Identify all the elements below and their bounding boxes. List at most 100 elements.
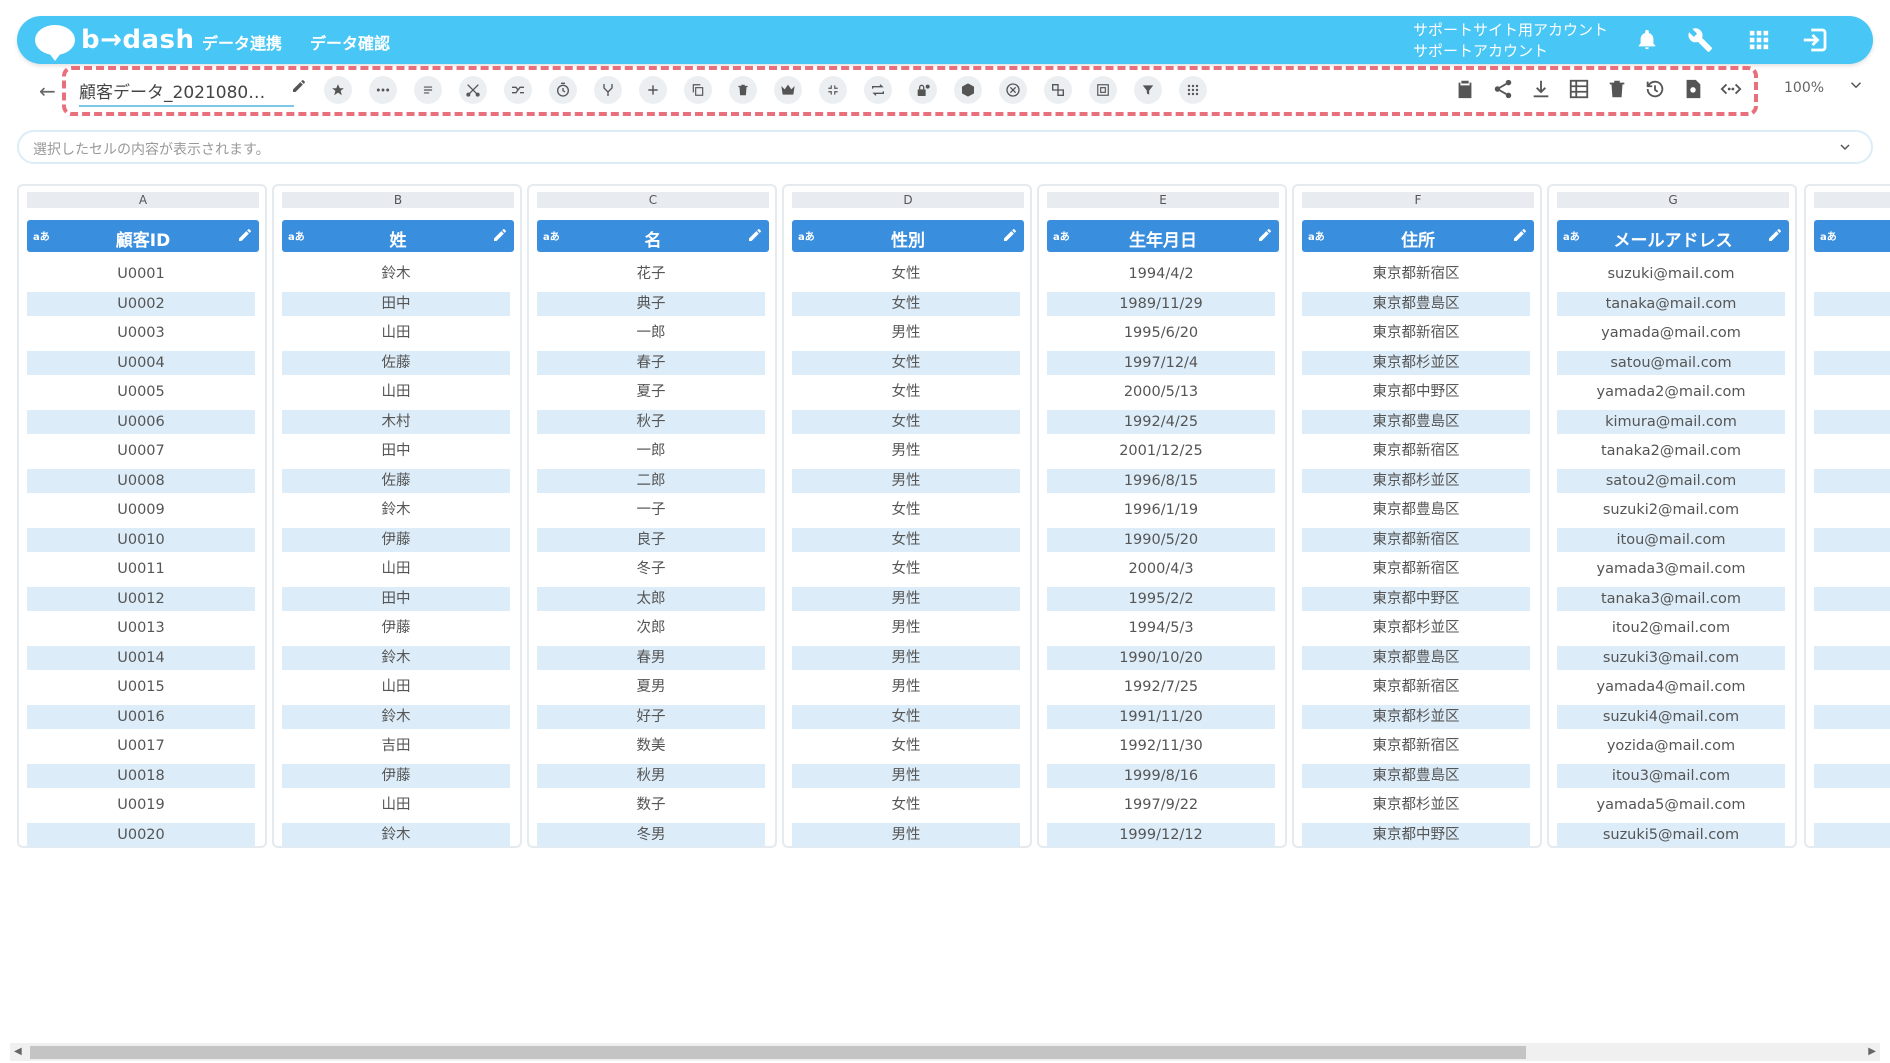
table-cell[interactable]: U0012	[27, 586, 255, 611]
table-cell[interactable]: 東京都中野区	[1302, 822, 1530, 847]
table-cell[interactable]: 一子	[537, 498, 765, 522]
table-cell[interactable]: 東京都杉並区	[1302, 468, 1530, 493]
table-cell[interactable]	[1814, 439, 1890, 463]
table-cell[interactable]: 2001/12/25	[1047, 439, 1275, 463]
table-cell[interactable]	[1814, 409, 1890, 434]
column-letter[interactable]: D	[792, 192, 1024, 208]
table-cell[interactable]: tanaka2@mail.com	[1557, 439, 1785, 463]
bell-icon[interactable]	[1631, 24, 1663, 56]
table-cell[interactable]: 東京都新宿区	[1302, 321, 1530, 345]
table-cell[interactable]: 山田	[282, 557, 510, 581]
table-cell[interactable]: suzuki@mail.com	[1557, 262, 1785, 286]
table-cell[interactable]: 男性	[792, 822, 1020, 847]
table-cell[interactable]: 太郎	[537, 586, 765, 611]
star-icon[interactable]	[324, 76, 352, 104]
table-cell[interactable]: 山田	[282, 321, 510, 345]
table-cell[interactable]: U0015	[27, 675, 255, 699]
table-cell[interactable]: yozida@mail.com	[1557, 734, 1785, 758]
table-cell[interactable]: 冬男	[537, 822, 765, 847]
column-b[interactable]: Baあ姓鈴木 田中 山田 佐藤 山田 木村 田中 佐藤 鈴木 伊藤 山田 田中 伊藤 鈴木 山田 鈴木 吉田 伊藤…	[272, 184, 522, 848]
column-e[interactable]: Eaあ 生年月日 1994/4/2 1989/11/29 1995/6/20 1997/1…	[1037, 184, 1287, 848]
table-cell[interactable]: tanaka3@mail.com	[1557, 586, 1785, 611]
table-cell[interactable]: 田中	[282, 586, 510, 611]
table-cell[interactable]: 佐藤	[282, 350, 510, 375]
table-cell[interactable]: 男性	[792, 645, 1020, 670]
table-cell[interactable]: 女性	[792, 380, 1020, 404]
table-cell[interactable]: 東京都中野区	[1302, 380, 1530, 404]
edit-pencil-icon[interactable]	[747, 227, 763, 247]
column-letter[interactable]: C	[537, 192, 769, 208]
table-cell[interactable]	[1814, 645, 1890, 670]
table-cell[interactable]: suzuki3@mail.com	[1557, 645, 1785, 670]
edit-pencil-icon[interactable]	[1512, 227, 1528, 247]
scrollbar-thumb[interactable]	[30, 1046, 1526, 1059]
table-cell[interactable]: U0009	[27, 498, 255, 522]
table-cell[interactable]: 秋子	[537, 409, 765, 434]
table-cell[interactable]	[1814, 557, 1890, 581]
table-cell[interactable]: 女性	[792, 350, 1020, 375]
table-cell[interactable]	[1814, 291, 1890, 316]
table-cell[interactable]	[1814, 586, 1890, 611]
table-cell[interactable]	[1814, 321, 1890, 345]
table-cell[interactable]: 鈴木	[282, 498, 510, 522]
expand-chevron-icon[interactable]	[1837, 139, 1853, 159]
table-cell[interactable]: 女性	[792, 734, 1020, 758]
cancel-circle-icon[interactable]	[999, 76, 1027, 104]
table-cell[interactable]	[1814, 793, 1890, 817]
column-header[interactable]: aあ姓	[282, 220, 514, 252]
delete-icon[interactable]	[729, 76, 757, 104]
table-cell[interactable]: 女性	[792, 409, 1020, 434]
account-info[interactable]: サポートサイト用アカウント サポートアカウント	[1413, 20, 1608, 62]
branch-icon[interactable]	[594, 76, 622, 104]
table-cell[interactable]: 東京都豊島区	[1302, 291, 1530, 316]
table-cell[interactable]	[1814, 675, 1890, 699]
edit-pencil-icon[interactable]	[492, 227, 508, 247]
column-letter[interactable]: F	[1302, 192, 1534, 208]
table-cell[interactable]: 鈴木	[282, 822, 510, 847]
table-cell[interactable]	[1814, 498, 1890, 522]
column-letter[interactable]: G	[1557, 192, 1789, 208]
table-cell[interactable]: 鈴木	[282, 262, 510, 286]
table-cell[interactable]: U0011	[27, 557, 255, 581]
table-cell[interactable]: 夏子	[537, 380, 765, 404]
table-cell[interactable]: 伊藤	[282, 527, 510, 552]
table-cell[interactable]: 1995/2/2	[1047, 586, 1275, 611]
sheet-filename[interactable]: 顧客データ_2021080…	[79, 78, 294, 107]
table-cell[interactable]: satou2@mail.com	[1557, 468, 1785, 493]
table-cell[interactable]: 一郎	[537, 439, 765, 463]
column-letter[interactable]: B	[282, 192, 514, 208]
table-cell[interactable]: 1997/9/22	[1047, 793, 1275, 817]
table-cell[interactable]: 1999/8/16	[1047, 763, 1275, 788]
nav-data-integration[interactable]: データ連携	[202, 30, 282, 54]
table-cell[interactable]: 二郎	[537, 468, 765, 493]
table-cell[interactable]: 男性	[792, 321, 1020, 345]
split-tools-icon[interactable]	[459, 76, 487, 104]
table-cell[interactable]: 吉田	[282, 734, 510, 758]
back-arrow-icon[interactable]: ←	[39, 79, 56, 103]
table-cell[interactable]: 1990/10/20	[1047, 645, 1275, 670]
table-cell[interactable]: yamada@mail.com	[1557, 321, 1785, 345]
collapse-icon[interactable]	[819, 76, 847, 104]
filter-icon[interactable]	[1134, 76, 1162, 104]
table-cell[interactable]: 1989/11/29	[1047, 291, 1275, 316]
table-cell[interactable]: 冬子	[537, 557, 765, 581]
table-cell[interactable]: 東京都豊島区	[1302, 409, 1530, 434]
table-cell[interactable]: 一郎	[537, 321, 765, 345]
table-cell[interactable]: U0001	[27, 262, 255, 286]
wrench-icon[interactable]	[1685, 24, 1717, 56]
table-cell[interactable]: U0017	[27, 734, 255, 758]
table-cell[interactable]: 1992/11/30	[1047, 734, 1275, 758]
table-cell[interactable]: U0020	[27, 822, 255, 847]
table-cell[interactable]: 女性	[792, 557, 1020, 581]
frame-icon[interactable]	[1089, 76, 1117, 104]
column-header[interactable]: aあ名	[537, 220, 769, 252]
table-cell[interactable]: yamada2@mail.com	[1557, 380, 1785, 404]
table-cell[interactable]: 伊藤	[282, 763, 510, 788]
column-header[interactable]: aあ 生年月日	[1047, 220, 1279, 252]
table-cell[interactable]: 山田	[282, 675, 510, 699]
table-cell[interactable]: suzuki2@mail.com	[1557, 498, 1785, 522]
table-cell[interactable]: U0019	[27, 793, 255, 817]
table-cell[interactable]: 木村	[282, 409, 510, 434]
column-letter[interactable]: E	[1047, 192, 1279, 208]
table-cell[interactable]: 東京都豊島区	[1302, 763, 1530, 788]
